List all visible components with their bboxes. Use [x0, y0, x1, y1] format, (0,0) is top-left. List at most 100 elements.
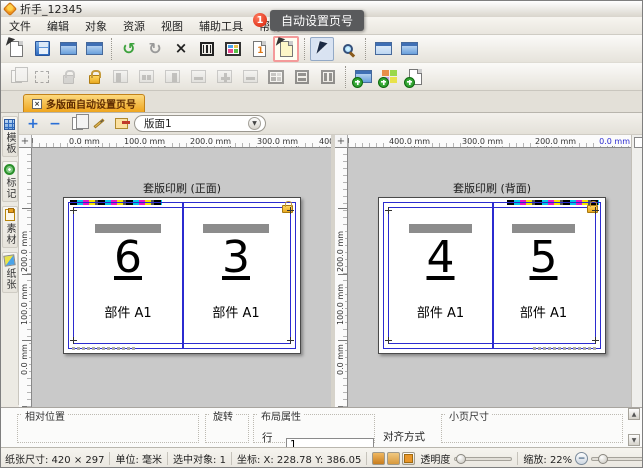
ruler-origin-icon[interactable]: +	[335, 135, 348, 148]
columns-icon[interactable]	[195, 37, 219, 61]
menu-file[interactable]: 文件	[1, 16, 39, 36]
columns2-icon[interactable]	[316, 65, 340, 89]
layout-select[interactable]: 版面1 ▼	[134, 115, 266, 132]
export-layout-list-icon[interactable]	[112, 115, 130, 133]
toolbar-separator	[111, 38, 112, 60]
layout-select-value: 版面1	[144, 116, 172, 131]
group-relative-position: 相对位置	[17, 414, 199, 443]
zoom-tool-icon[interactable]	[336, 37, 360, 61]
sidebar-item-paper[interactable]: 纸张	[2, 252, 18, 293]
front-view-icon[interactable]	[372, 452, 385, 465]
edit-toolbar	[1, 63, 642, 91]
opacity-slider[interactable]	[454, 457, 512, 461]
new-document-icon[interactable]	[4, 37, 28, 61]
tab-auto-set-page-number[interactable]: × 多版面自动设置页号	[23, 94, 145, 112]
unit-status: 单位: 毫米	[115, 451, 162, 466]
ruler-tick-label: 200.0 mm	[20, 230, 29, 273]
pane-canvas[interactable]: 套版印刷 (背面) 4 部件 A1	[348, 148, 631, 407]
preview-icon[interactable]	[397, 37, 421, 61]
both-view-icon[interactable]	[402, 452, 415, 465]
group-icon[interactable]	[4, 65, 28, 89]
selected-count-status: 选中对象: 1	[173, 451, 226, 466]
right-scroll-strip[interactable]	[631, 135, 643, 407]
layout-toolbar: + − 版面1 ▼	[19, 113, 642, 135]
save-icon[interactable]	[30, 37, 54, 61]
group-layout-props: 布局属性 行数	[253, 414, 375, 443]
delete-icon[interactable]: ×	[169, 37, 193, 61]
horizontal-ruler: 400.0 mm 300.0 mm 200.0 mm 100.0 mm 0.0 …	[348, 135, 631, 148]
panel-scrollbar[interactable]: ▲ ▼	[628, 407, 641, 447]
add-layout-icon[interactable]: +	[24, 115, 42, 133]
group-label: 旋转	[210, 408, 236, 423]
unlock-icon[interactable]	[82, 65, 106, 89]
part-label: 部件 A1	[75, 302, 181, 321]
align-center-icon[interactable]	[212, 65, 236, 89]
edit-layout-icon[interactable]	[90, 115, 108, 133]
status-bar: 纸张尺寸: 420 × 297 单位: 毫米 选中对象: 1 坐标: X: 22…	[1, 447, 642, 468]
paper-size-status: 纸张尺寸: 420 × 297	[5, 451, 104, 466]
page-number: 4	[390, 235, 491, 281]
select-tool-icon[interactable]	[310, 37, 334, 61]
flip-horizontal-icon[interactable]	[108, 65, 132, 89]
remove-layout-icon[interactable]: −	[46, 115, 64, 133]
merge-cells-icon[interactable]	[264, 65, 288, 89]
back-view-icon[interactable]	[387, 452, 400, 465]
rows-icon[interactable]	[290, 65, 314, 89]
sidebar-item-material[interactable]: 素材	[2, 206, 18, 248]
group-label: 相对位置	[22, 408, 68, 423]
swap-icon[interactable]	[160, 65, 184, 89]
import-layout-icon[interactable]	[56, 37, 80, 61]
ruler-tick-label: 200.0 mm	[336, 230, 345, 273]
copy-layout-icon[interactable]	[68, 115, 86, 133]
redo-icon[interactable]: ↻	[143, 37, 167, 61]
ruler-tick-label: 0.0 mm	[336, 343, 345, 376]
chevron-down-icon[interactable]: ▼	[248, 117, 261, 130]
pane-front: + 0.0 mm 100.0 mm 200.0 mm 300.0 mm 400.…	[19, 135, 331, 407]
page-number-icon[interactable]: 1	[247, 37, 271, 61]
group-label: 布局属性	[258, 408, 304, 423]
flip-vertical-icon[interactable]	[134, 65, 158, 89]
export-layout-icon[interactable]	[82, 37, 106, 61]
toolbar-separator	[345, 66, 346, 88]
page-cell[interactable]: 3 部件 A1	[183, 208, 289, 343]
marquee-icon[interactable]	[30, 65, 54, 89]
align-right-icon[interactable]	[238, 65, 262, 89]
ruler-tick-label: 300.0 mm	[256, 137, 299, 146]
fit-view-icon[interactable]	[371, 37, 395, 61]
ruler-tick-label: 0.0 mm	[20, 343, 29, 376]
zoom-out-button[interactable]: −	[575, 452, 588, 465]
add-page-icon[interactable]	[403, 65, 427, 89]
page-mini-icon[interactable]	[634, 137, 643, 148]
zoom-slider[interactable]	[591, 457, 643, 461]
lock-icon[interactable]	[56, 65, 80, 89]
pages-grid-icon[interactable]	[221, 37, 245, 61]
sidebar-item-template[interactable]: 模板	[2, 116, 18, 157]
ruler-origin-icon[interactable]: +	[19, 135, 32, 148]
add-template-icon[interactable]	[351, 65, 375, 89]
menu-tools[interactable]: 辅助工具	[191, 16, 251, 36]
pane-canvas[interactable]: 套版印刷 (正面) 6 部件 A1	[32, 148, 331, 407]
menu-view[interactable]: 视图	[153, 16, 191, 36]
page-cell[interactable]: 6 部件 A1	[75, 208, 181, 343]
undo-icon[interactable]: ↺	[117, 37, 141, 61]
ruler-tick-label: 0.0 mm	[68, 137, 101, 146]
menu-edit[interactable]: 编辑	[39, 16, 77, 36]
tab-close-icon[interactable]: ×	[32, 99, 42, 109]
sheet-title: 套版印刷 (背面)	[378, 180, 606, 196]
scroll-up-icon[interactable]: ▲	[628, 408, 640, 420]
app-window: 折手_12345 文件 编辑 对象 资源 视图 辅助工具 帮助 1 自动设置页号…	[0, 0, 643, 468]
menu-resource[interactable]: 资源	[115, 16, 153, 36]
group-rotation: 旋转	[205, 414, 249, 443]
align-left-icon[interactable]	[186, 65, 210, 89]
menu-object[interactable]: 对象	[77, 16, 115, 36]
page-cell[interactable]: 5 部件 A1	[493, 208, 594, 343]
canvas-area: + 0.0 mm 100.0 mm 200.0 mm 300.0 mm 400.…	[19, 135, 643, 407]
auto-set-page-number-icon[interactable]	[273, 36, 299, 62]
page-cell[interactable]: 4 部件 A1	[390, 208, 491, 343]
part-label: 部件 A1	[390, 302, 491, 321]
sidebar-label: 素材	[2, 223, 17, 245]
add-parts-icon[interactable]	[377, 65, 401, 89]
scroll-down-icon[interactable]: ▼	[628, 434, 640, 446]
sidebar-label: 纸张	[2, 268, 17, 290]
sidebar-item-marks[interactable]: 标记	[2, 161, 18, 202]
